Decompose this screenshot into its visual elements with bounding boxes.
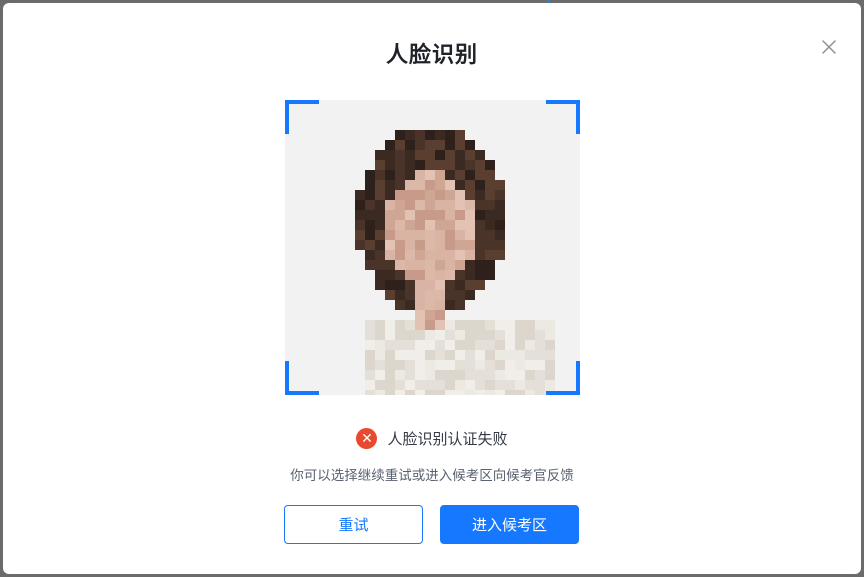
frame-corner-top-left (285, 100, 319, 134)
frame-corner-top-right (546, 100, 580, 134)
status-text: 人脸识别认证失败 (387, 428, 507, 449)
face-photo (285, 100, 580, 395)
face-recognition-dialog: 人脸识别 ✕ 人脸识别认证失败 你可以选择继续重试或进入候考区向候考官反馈 重试… (3, 3, 861, 574)
close-icon[interactable] (819, 37, 839, 57)
retry-button[interactable]: 重试 (284, 505, 423, 544)
hint-text: 你可以选择继续重试或进入候考区向候考官反馈 (3, 464, 861, 484)
photo-frame (285, 100, 580, 395)
frame-corner-bottom-left (285, 361, 319, 395)
frame-corner-bottom-right (546, 361, 580, 395)
error-icon: ✕ (356, 428, 377, 449)
dialog-title: 人脸识别 (3, 37, 861, 69)
recognition-status: ✕ 人脸识别认证失败 (3, 428, 861, 449)
enter-waiting-area-button[interactable]: 进入候考区 (440, 505, 579, 544)
